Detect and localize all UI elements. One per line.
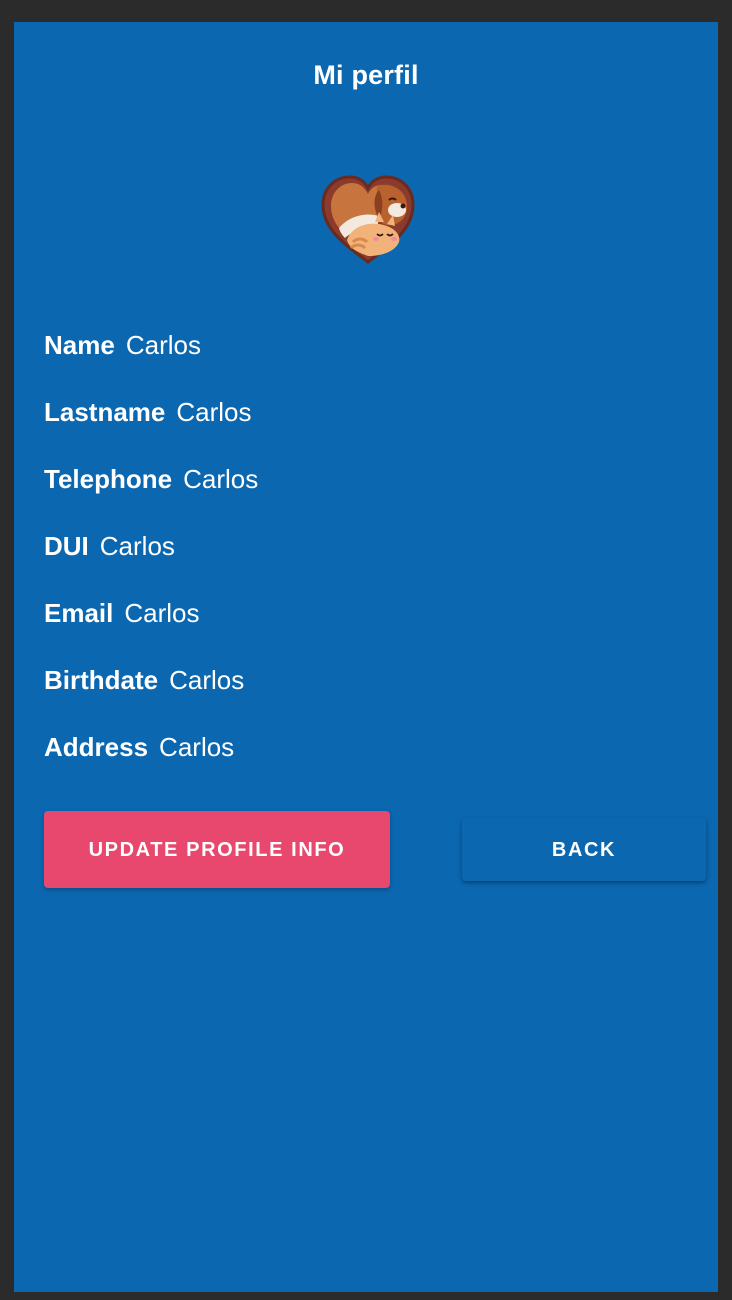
- field-label: Name: [44, 330, 115, 360]
- info-row-email: Email Carlos: [44, 580, 694, 647]
- field-label: Birthdate: [44, 665, 159, 695]
- field-value: Carlos: [176, 397, 252, 427]
- profile-info-list: Name Carlos Lastname Carlos Telephone Ca…: [44, 312, 694, 781]
- info-row-dui: DUI Carlos: [44, 513, 694, 580]
- field-value: Carlos: [159, 732, 235, 762]
- field-label: Address: [44, 732, 149, 762]
- profile-screen: Mi perfil Name Carlos Lastname Carlos Te…: [14, 22, 718, 1292]
- info-row-address: Address Carlos: [44, 714, 694, 781]
- info-row-name: Name Carlos: [44, 312, 694, 379]
- field-label: DUI: [44, 531, 89, 561]
- field-value: Carlos: [125, 330, 201, 360]
- update-profile-button[interactable]: UPDATE PROFILE INFO: [44, 811, 390, 888]
- field-label: Email: [44, 598, 114, 628]
- field-value: Carlos: [124, 598, 200, 628]
- info-row-telephone: Telephone Carlos: [44, 446, 694, 513]
- field-label: Telephone: [44, 464, 173, 494]
- info-row-lastname: Lastname Carlos: [44, 379, 694, 446]
- field-value: Carlos: [169, 665, 245, 695]
- field-label: Lastname: [44, 397, 166, 427]
- field-value: Carlos: [183, 464, 259, 494]
- back-button[interactable]: BACK: [462, 818, 706, 881]
- field-value: Carlos: [99, 531, 175, 561]
- pet-heart-logo-icon: [317, 172, 419, 266]
- info-row-birthdate: Birthdate Carlos: [44, 647, 694, 714]
- page-title: Mi perfil: [313, 60, 419, 90]
- status-bar-strip: [14, 8, 732, 22]
